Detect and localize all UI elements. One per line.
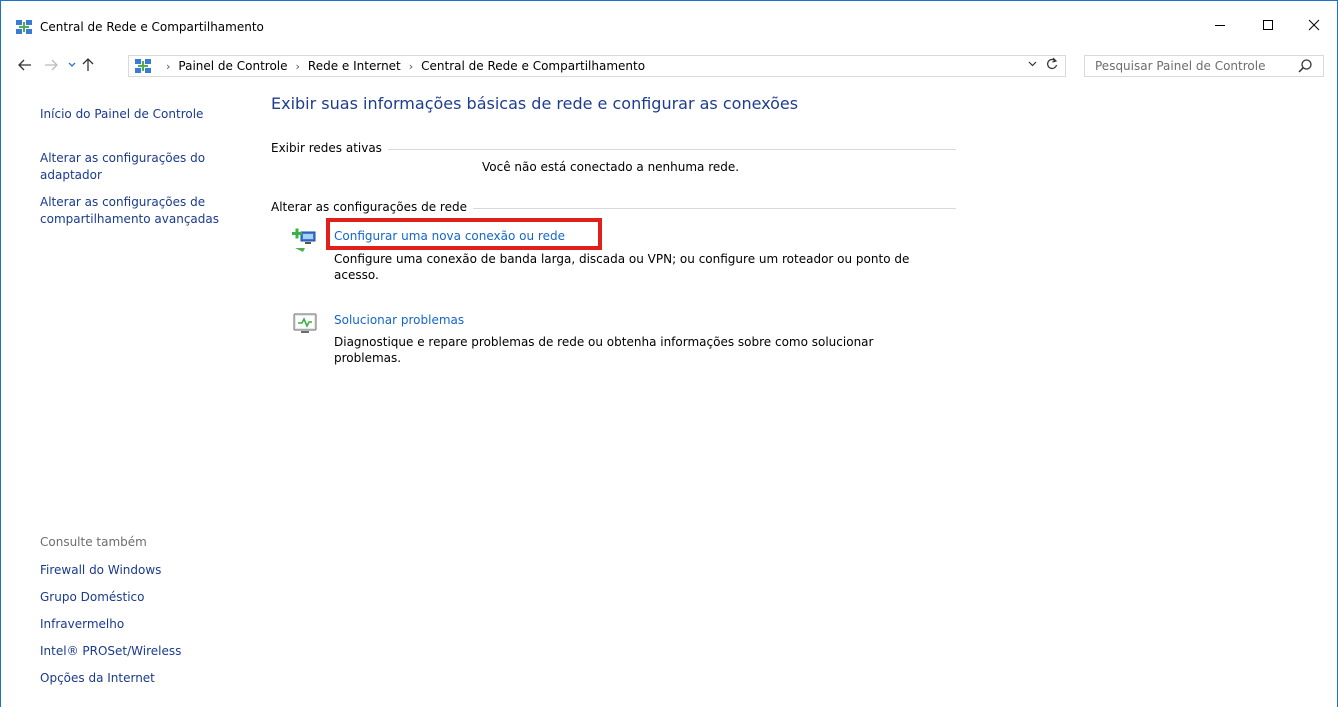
see-also-item-homegroup[interactable]: Grupo Doméstico: [40, 590, 145, 604]
forward-button[interactable]: [42, 56, 60, 74]
breadcrumb-item-network-center[interactable]: Central de Rede e Compartilhamento: [421, 59, 645, 73]
sidebar-item-label: adaptador: [40, 168, 102, 182]
page-title: Exibir suas informações básicas de rede …: [271, 94, 799, 113]
window-title: Central de Rede e Compartilhamento: [40, 20, 264, 34]
see-also-item-infrared[interactable]: Infravermelho: [40, 617, 124, 631]
maximize-button[interactable]: [1245, 8, 1291, 42]
active-networks-heading: Exibir redes ativas: [271, 141, 388, 155]
breadcrumb-item-control-panel[interactable]: Painel de Controle: [178, 59, 287, 73]
refresh-icon[interactable]: [1046, 57, 1058, 75]
sidebar-item-label: compartilhamento avançadas: [40, 212, 219, 226]
up-button[interactable]: [79, 56, 97, 74]
breadcrumb-separator-icon: ›: [166, 59, 171, 73]
sidebar-item-label: Alterar as configurações do: [40, 151, 206, 165]
see-also-heading: Consulte também: [40, 535, 147, 549]
breadcrumb: › Painel de Controle › Rede e Internet ›…: [158, 59, 645, 73]
troubleshoot-problems-link[interactable]: Solucionar problemas: [334, 313, 464, 327]
see-also-item-firewall[interactable]: Firewall do Windows: [40, 563, 161, 577]
search-icon[interactable]: [1297, 58, 1313, 74]
task-description-line: Diagnostique e repare problemas de rede …: [334, 335, 874, 349]
sidebar-item-change-adapter-settings[interactable]: Alterar as configurações do adaptador: [40, 150, 205, 184]
network-center-icon: [16, 20, 32, 34]
highlight-annotation-box: [326, 218, 602, 250]
network-center-icon: [135, 59, 151, 73]
sidebar-item-label: Alterar as configurações de: [40, 195, 206, 209]
close-icon: [1308, 19, 1320, 31]
address-dropdown-icon[interactable]: [1028, 59, 1037, 70]
arrow-up-icon: [82, 58, 94, 71]
troubleshoot-problems-description: Diagnostique e repare problemas de rede …: [334, 334, 954, 366]
sidebar-item-control-panel-home[interactable]: Início do Painel de Controle: [40, 106, 203, 123]
arrow-right-icon: [45, 59, 58, 71]
new-connection-icon: [292, 228, 316, 252]
search-placeholder: Pesquisar Painel de Controle: [1095, 59, 1266, 73]
arrow-left-icon: [18, 59, 31, 71]
maximize-icon: [1263, 20, 1273, 30]
see-also-item-internet-options[interactable]: Opções da Internet: [40, 671, 155, 685]
see-also-item-intel-proset[interactable]: Intel® PROSet/Wireless: [40, 644, 181, 658]
chevron-down-icon: [68, 62, 76, 67]
troubleshoot-icon: [293, 313, 317, 333]
close-button[interactable]: [1291, 8, 1337, 42]
no-network-message: Você não está conectado a nenhuma rede.: [482, 160, 740, 174]
breadcrumb-separator-icon[interactable]: ›: [409, 60, 413, 73]
sidebar-item-advanced-sharing-settings[interactable]: Alterar as configurações de compartilham…: [40, 194, 219, 228]
setup-new-connection-description: Configure uma conexão de banda larga, di…: [334, 251, 954, 283]
minimize-button[interactable]: [1197, 8, 1243, 42]
change-settings-heading: Alterar as configurações de rede: [271, 200, 473, 214]
task-description-line: acesso.: [334, 268, 379, 282]
breadcrumb-item-network-internet[interactable]: Rede e Internet: [308, 59, 401, 73]
breadcrumb-separator-icon[interactable]: ›: [296, 60, 300, 73]
back-button[interactable]: [16, 56, 34, 74]
task-description-line: Configure uma conexão de banda larga, di…: [334, 252, 910, 266]
task-description-line: problemas.: [334, 351, 402, 365]
minimize-icon: [1215, 25, 1225, 26]
